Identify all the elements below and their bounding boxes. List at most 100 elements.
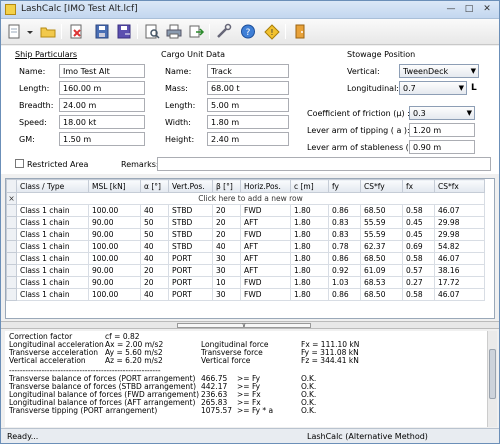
table-cell[interactable]: 55.59: [360, 228, 403, 241]
splitter[interactable]: ∨: [1, 321, 499, 329]
ship-gm-field[interactable]: 1.50 m: [59, 132, 145, 146]
ship-breadth-field[interactable]: 24.00 m: [59, 98, 145, 112]
table-cell[interactable]: 50: [140, 216, 169, 229]
table-cell[interactable]: Class 1 chain: [16, 264, 89, 277]
table-cell[interactable]: 20: [140, 276, 169, 289]
row-header[interactable]: [6, 240, 17, 253]
table-cell[interactable]: 1.80: [290, 216, 329, 229]
table-cell[interactable]: 1.03: [328, 276, 361, 289]
column-header[interactable]: Class / Type: [16, 179, 89, 193]
table-cell[interactable]: 20: [212, 216, 241, 229]
table-cell[interactable]: 100.00: [88, 240, 141, 253]
help-icon[interactable]: ?: [239, 23, 257, 40]
table-cell[interactable]: 54.82: [434, 240, 485, 253]
preview-icon[interactable]: [143, 23, 161, 40]
table-row[interactable]: Class 1 chain 90.00 20 PORT 30 AFT 1.80 0.92 61.…: [6, 264, 485, 277]
cargo-name-field[interactable]: Track: [207, 64, 289, 78]
table-cell[interactable]: AFT: [240, 216, 291, 229]
vertical-select[interactable]: TweenDeck ▼: [399, 64, 479, 78]
table-cell[interactable]: STBD: [168, 228, 213, 241]
table-cell[interactable]: 1.80: [290, 264, 329, 277]
table-cell[interactable]: 68.53: [360, 276, 403, 289]
table-cell[interactable]: 0.83: [328, 228, 361, 241]
row-header[interactable]: [6, 264, 17, 277]
table-row[interactable]: Class 1 chain 100.00 40 STBD 40 AFT 1.80 0.78 62…: [6, 240, 485, 253]
tipping-field[interactable]: 1.20 m: [409, 123, 475, 137]
table-cell[interactable]: Class 1 chain: [16, 252, 89, 265]
table-cell[interactable]: 100.00: [88, 288, 141, 301]
table-row[interactable]: Class 1 chain 100.00 40 PORT 30 FWD 1.80 0.86 68…: [6, 288, 485, 301]
table-cell[interactable]: 29.98: [434, 216, 485, 229]
table-cell[interactable]: 100.00: [88, 252, 141, 265]
table-cell[interactable]: 40: [140, 204, 169, 217]
table-cell[interactable]: 90.00: [88, 264, 141, 277]
table-cell[interactable]: 0.86: [328, 204, 361, 217]
export-icon[interactable]: [187, 23, 205, 40]
table-cell[interactable]: 20: [212, 228, 241, 241]
add-row[interactable]: × Click here to add a new row: [6, 192, 485, 205]
table-cell[interactable]: 68.50: [360, 288, 403, 301]
table-cell[interactable]: 46.07: [434, 204, 485, 217]
table-cell[interactable]: 46.07: [434, 252, 485, 265]
table-cell[interactable]: STBD: [168, 216, 213, 229]
table-row[interactable]: Class 1 chain 100.00 40 PORT 30 AFT 1.80 0.86 68…: [6, 252, 485, 265]
table-cell[interactable]: PORT: [168, 264, 213, 277]
table-cell[interactable]: AFT: [240, 240, 291, 253]
remarks-field[interactable]: [157, 157, 491, 171]
table-cell[interactable]: 1.80: [290, 228, 329, 241]
table-cell[interactable]: 0.58: [402, 252, 435, 265]
open-icon[interactable]: [39, 23, 57, 40]
minimize-button[interactable]: —: [443, 3, 459, 15]
cargo-mass-field[interactable]: 68.00 t: [207, 81, 289, 95]
ship-speed-field[interactable]: 18.00 kt: [59, 115, 145, 129]
table-cell[interactable]: STBD: [168, 240, 213, 253]
table-cell[interactable]: 1.80: [290, 204, 329, 217]
column-header[interactable]: α [°]: [140, 179, 169, 193]
column-header[interactable]: Vert.Pos.: [168, 179, 213, 193]
table-cell[interactable]: 0.83: [328, 216, 361, 229]
table-cell[interactable]: 62.37: [360, 240, 403, 253]
cargo-length-field[interactable]: 5.00 m: [207, 98, 289, 112]
longitudinal-select[interactable]: 0.7 ▼: [399, 81, 467, 95]
table-cell[interactable]: PORT: [168, 276, 213, 289]
table-cell[interactable]: 55.59: [360, 216, 403, 229]
settings-icon[interactable]: [215, 23, 233, 40]
table-row[interactable]: Class 1 chain 90.00 20 PORT 10 FWD 1.80 1.03 68.…: [6, 276, 485, 289]
table-cell[interactable]: 0.45: [402, 216, 435, 229]
row-header[interactable]: [6, 288, 17, 301]
save-icon[interactable]: [93, 23, 111, 40]
table-cell[interactable]: 90.00: [88, 276, 141, 289]
cargo-width-field[interactable]: 1.80 m: [207, 115, 289, 129]
row-header[interactable]: [6, 276, 17, 289]
print-icon[interactable]: [165, 23, 183, 40]
table-cell[interactable]: 0.57: [402, 264, 435, 277]
table-cell[interactable]: 40: [140, 252, 169, 265]
exit-icon[interactable]: [291, 23, 309, 40]
table-cell[interactable]: FWD: [240, 288, 291, 301]
table-cell[interactable]: 10: [212, 276, 241, 289]
table-cell[interactable]: 90.00: [88, 228, 141, 241]
table-cell[interactable]: 0.58: [402, 288, 435, 301]
clear-icon[interactable]: [67, 23, 85, 40]
table-cell[interactable]: 50: [140, 228, 169, 241]
table-cell[interactable]: 30: [212, 264, 241, 277]
table-cell[interactable]: STBD: [168, 204, 213, 217]
table-cell[interactable]: 0.86: [328, 252, 361, 265]
table-cell[interactable]: FWD: [240, 276, 291, 289]
table-cell[interactable]: 38.16: [434, 264, 485, 277]
maximize-button[interactable]: □: [461, 3, 477, 15]
table-cell[interactable]: 1.80: [290, 252, 329, 265]
table-cell[interactable]: 0.69: [402, 240, 435, 253]
table-cell[interactable]: 30: [212, 288, 241, 301]
table-cell[interactable]: 90.00: [88, 216, 141, 229]
table-cell[interactable]: 40: [140, 288, 169, 301]
table-cell[interactable]: 1.80: [290, 288, 329, 301]
splitter-grip[interactable]: ∨: [177, 323, 311, 329]
ship-length-field[interactable]: 160.00 m: [59, 81, 145, 95]
table-cell[interactable]: PORT: [168, 288, 213, 301]
column-header[interactable]: CS*fy: [360, 179, 403, 193]
table-cell[interactable]: 1.80: [290, 240, 329, 253]
column-header[interactable]: fx: [402, 179, 435, 193]
stableness-field[interactable]: 0.90 m: [409, 140, 475, 154]
table-cell[interactable]: Class 1 chain: [16, 216, 89, 229]
